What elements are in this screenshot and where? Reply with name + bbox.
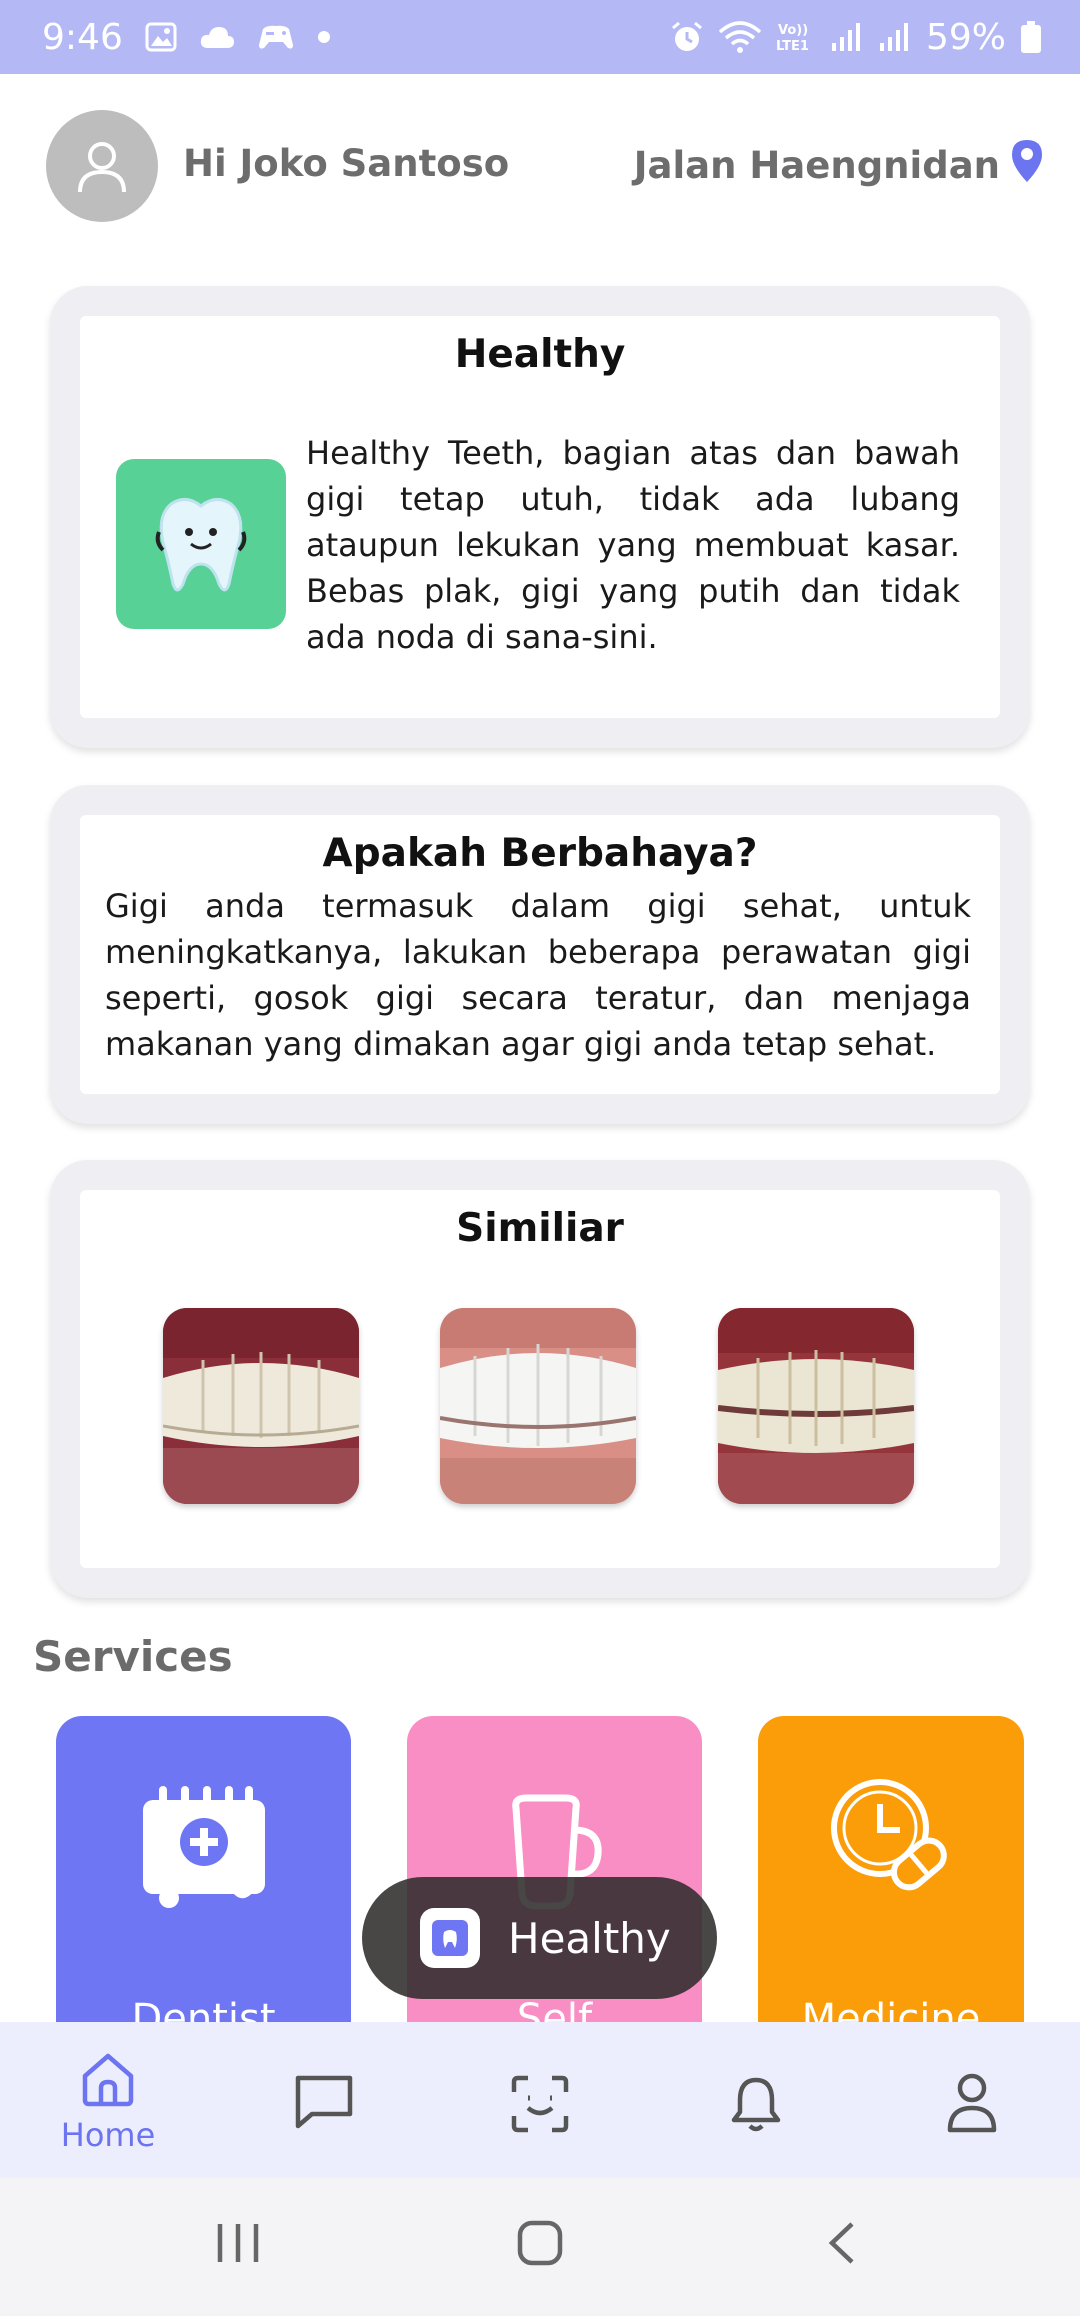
danger-card: Apakah Berbahaya? Gigi anda termasuk dal… [50,785,1030,1124]
svg-text:Vo)): Vo)) [778,23,808,38]
toast-text: Healthy [508,1913,671,1963]
healthy-card: Healthy Healthy Teeth, bagian atas dan b… [50,286,1030,748]
nav-scan[interactable] [432,2022,648,2178]
similar-title: Similiar [456,1206,624,1251]
signal-icon [830,21,864,53]
profile-icon [946,2072,998,2138]
status-time: 9:46 [42,16,123,58]
svg-text:LTE1: LTE1 [776,39,809,54]
medicine-clock-icon [826,1774,956,1908]
app-icon [420,1908,480,1968]
nav-home-label: Home [60,2116,156,2154]
services-title: Services [33,1632,233,1681]
chat-icon [294,2074,354,2134]
back-icon[interactable] [826,2220,858,2270]
system-nav-bar [0,2178,1080,2316]
nav-notifications[interactable] [648,2022,864,2178]
home-circle-icon[interactable] [517,2220,563,2270]
healthy-title: Healthy [454,332,626,377]
bell-icon [728,2074,784,2138]
nav-home[interactable]: Home [0,2022,216,2178]
teeth-photo-3[interactable] [718,1308,914,1504]
user-avatar-icon[interactable] [46,110,158,222]
scan-face-icon [510,2074,570,2138]
toast: Healthy [362,1877,717,1999]
danger-description: Gigi anda termasuk dalam gigi sehat, unt… [105,887,971,1063]
nav-chat[interactable] [216,2022,432,2178]
game-icon [257,23,295,51]
battery-icon [1020,20,1042,54]
cloud-icon [199,24,235,50]
location[interactable]: Jalan Haengnidan [634,138,1044,193]
dentist-calendar-icon [139,1780,269,1914]
tooth-icon [116,459,286,629]
teeth-photo-1[interactable] [163,1308,359,1504]
status-bar: 9:46 Vo)) LTE1 59% [0,0,1080,74]
header: Hi Joko Santoso Jalan Haengnidan [0,74,1080,264]
service-medicine[interactable]: Medicine [758,1716,1024,2026]
home-icon [79,2052,137,2112]
map-pin-icon [1010,138,1044,193]
recents-icon[interactable] [216,2220,260,2270]
signal-icon [878,21,912,53]
healthy-description: Healthy Teeth, bagian atas dan bawah gig… [306,434,960,656]
service-dentist[interactable]: Dentist [56,1716,351,2026]
wifi-icon [718,20,762,54]
battery-level: 59% [925,16,1006,58]
dot-icon [317,30,331,44]
similar-card: Similiar [50,1160,1030,1598]
teeth-photo-2[interactable] [440,1308,636,1504]
location-text: Jalan Haengnidan [633,144,1000,187]
bottom-nav: Home [0,2022,1080,2178]
volte-icon: Vo)) LTE1 [776,20,816,54]
alarm-icon [670,20,704,54]
gallery-icon [145,22,177,52]
greeting-text: Hi Joko Santoso [183,142,510,185]
danger-title: Apakah Berbahaya? [322,831,758,876]
nav-profile[interactable] [864,2022,1080,2178]
